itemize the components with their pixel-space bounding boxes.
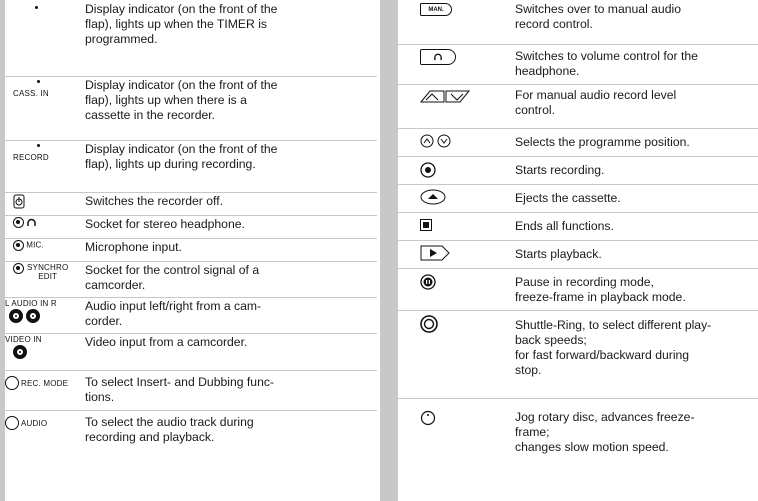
symbol-label: REC. MODE	[21, 378, 69, 388]
headphone-volume-button	[420, 49, 500, 65]
table-row: MIC. Microphone input.	[5, 238, 377, 262]
record-button-icon	[420, 162, 500, 180]
table-row: REC. MODE To select Insert- and Dubbing …	[5, 370, 377, 411]
symbol-label: MIC.	[26, 240, 44, 250]
row-description: Ejects the cassette.	[515, 191, 621, 205]
table-row: Jog rotary disc, advances freeze- frame;…	[398, 398, 758, 501]
programme-down-icon	[437, 134, 451, 148]
manual-audio-button: MAN.	[420, 3, 500, 16]
row-description: Switches to volume control for the headp…	[515, 49, 698, 78]
center-gutter-bar	[380, 0, 398, 501]
eject-button-icon	[420, 189, 500, 207]
power-off-icon	[13, 194, 93, 211]
cass-in-indicator: CASS. IN	[13, 80, 93, 98]
table-row: Starts playback.	[398, 240, 758, 269]
socket-icon	[13, 263, 24, 274]
table-row: Socket for stereo headphone.	[5, 215, 377, 239]
row-description: To select Insert- and Dubbing func- tion…	[85, 375, 275, 404]
row-description: Video input from a camcorder.	[85, 335, 248, 349]
symbol-label: AUDIO	[21, 418, 48, 428]
synchro-edit-socket: SYNCHRO EDIT	[13, 263, 93, 281]
button-icon	[5, 416, 19, 430]
programme-buttons	[420, 134, 500, 150]
video-jack-icon	[13, 345, 27, 359]
row-description: Microphone input.	[85, 240, 182, 254]
audio-button: AUDIO	[5, 416, 85, 430]
row-description: Starts recording.	[515, 163, 605, 177]
symbol-label: MAN.	[420, 3, 452, 16]
button-icon	[5, 376, 19, 390]
symbol-label: CASS. IN	[13, 89, 49, 98]
table-row: Switches to volume control for the headp…	[398, 44, 758, 85]
row-description: Audio input left/right from a cam- corde…	[85, 299, 262, 328]
symbol-label: RECORD	[13, 153, 49, 162]
symbol-label: SYNCHRO EDIT	[27, 263, 69, 281]
headphone-icon	[420, 49, 456, 65]
shuttle-ring-icon	[420, 315, 500, 335]
audio-right-jack-icon	[26, 309, 40, 323]
microphone-socket: MIC.	[13, 240, 93, 251]
table-row: Ends all functions.	[398, 212, 758, 241]
table-row: RECORD Display indicator (on the front o…	[5, 140, 377, 193]
symbol-label: VIDEO IN	[5, 335, 42, 344]
table-row: VIDEO IN Video input from a camcorder.	[5, 333, 377, 371]
record-level-buttons	[419, 88, 500, 106]
table-row: Ejects the cassette.	[398, 184, 758, 213]
table-row: Shuttle-Ring, to select different play- …	[398, 310, 758, 399]
rec-mode-button: REC. MODE	[5, 376, 85, 390]
row-description: To select the audio track during recordi…	[85, 415, 254, 444]
row-description: Selects the programme position.	[515, 135, 690, 149]
table-row: Display indicator (on the front of the f…	[5, 0, 377, 77]
table-row: MAN. Switches over to manual audio recor…	[398, 0, 758, 45]
play-button-icon	[420, 245, 500, 263]
row-description: Switches the recorder off.	[85, 194, 223, 208]
row-description: Display indicator (on the front of the f…	[85, 78, 278, 122]
table-row: Selects the programme position.	[398, 128, 758, 157]
audio-left-jack-icon	[9, 309, 23, 323]
row-description: Jog rotary disc, advances freeze- frame;…	[515, 410, 695, 454]
record-indicator: RECORD	[13, 144, 93, 162]
row-description: Socket for stereo headphone.	[85, 217, 245, 231]
row-description: Socket for the control signal of a camco…	[85, 263, 260, 292]
headphone-socket-icon	[13, 217, 93, 228]
level-up-icon	[419, 90, 445, 103]
row-description: Display indicator (on the front of the f…	[85, 2, 278, 46]
video-in-socket: VIDEO IN	[5, 335, 85, 361]
pause-button-icon	[420, 274, 500, 292]
symbol-label: L AUDIO IN R	[5, 299, 57, 308]
level-down-icon	[445, 90, 471, 103]
stop-button-icon	[420, 219, 500, 233]
jog-disc-icon	[420, 410, 500, 428]
socket-icon	[13, 240, 24, 251]
table-row: Switches the recorder off.	[5, 192, 377, 216]
table-row: CASS. IN Display indicator (on the front…	[5, 76, 377, 141]
table-row: Starts recording.	[398, 156, 758, 185]
programme-up-icon	[420, 134, 434, 148]
audio-in-sockets: L AUDIO IN R	[5, 299, 85, 325]
table-row: L AUDIO IN R Audio input left/right from…	[5, 297, 377, 334]
table-row: Pause in recording mode, freeze-frame in…	[398, 268, 758, 311]
table-row: SYNCHRO EDIT Socket for the control sign…	[5, 261, 377, 298]
row-description: Switches over to manual audio record con…	[515, 2, 681, 31]
row-description: Shuttle-Ring, to select different play- …	[515, 318, 712, 377]
table-row: For manual audio record level control.	[398, 84, 758, 129]
row-description: Display indicator (on the front of the f…	[85, 142, 278, 171]
row-description: Starts playback.	[515, 247, 602, 261]
table-row: AUDIO To select the audio track during r…	[5, 410, 377, 501]
row-description: Ends all functions.	[515, 219, 614, 233]
row-description: Pause in recording mode, freeze-frame in…	[515, 275, 686, 304]
row-description: For manual audio record level control.	[515, 88, 677, 117]
